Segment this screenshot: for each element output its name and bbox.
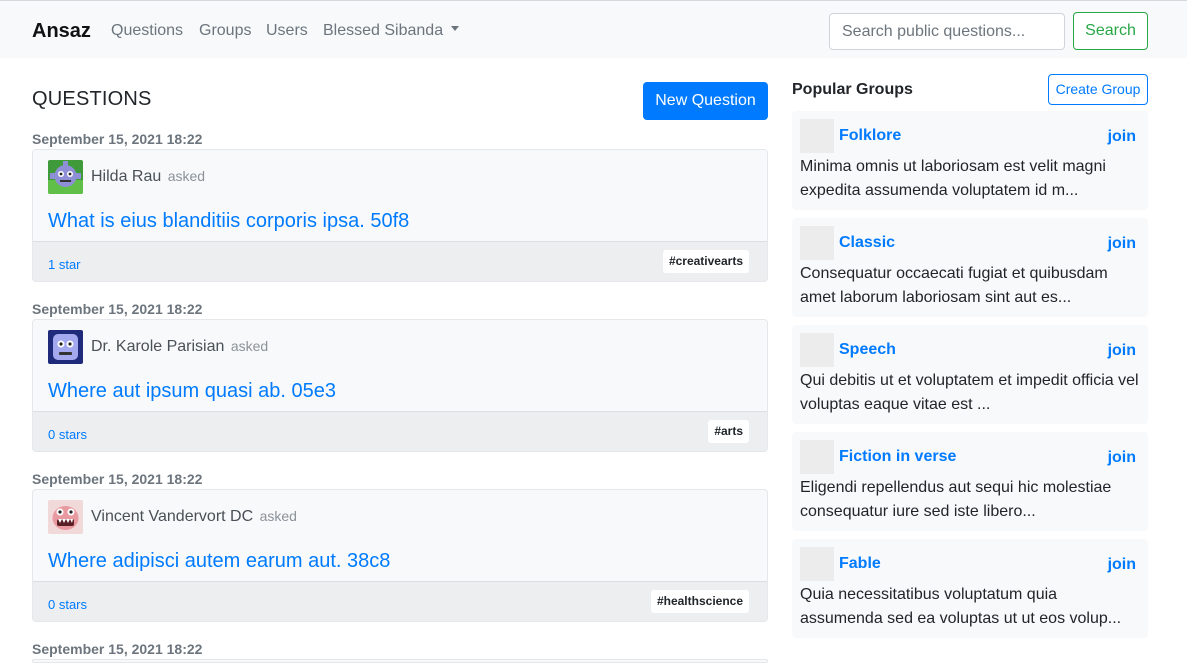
search-button[interactable]: Search — [1073, 12, 1148, 50]
group-description: Qui debitis ut et voluptatem et impedit … — [800, 372, 1139, 413]
asker-name[interactable]: Hilda Rau — [91, 168, 161, 185]
question-asker: Hilda Rau asked — [91, 168, 205, 186]
group-name-link[interactable]: Speech — [839, 341, 896, 359]
question-card: Dr. Karole Parisian asked Where aut ipsu… — [32, 319, 768, 452]
user-name: Blessed Sibanda — [323, 22, 444, 39]
asked-label: asked — [167, 168, 206, 184]
question-date: September 15, 2021 18:22 — [32, 471, 203, 487]
question-footer: 0 stars #healthscience — [33, 581, 767, 621]
robot-avatar-icon[interactable] — [48, 330, 83, 364]
group-description: Consequatur occaecati fugiat et quibusda… — [800, 265, 1108, 306]
search-input[interactable] — [829, 13, 1065, 50]
tag-badge[interactable]: #creativearts — [662, 250, 749, 273]
join-button[interactable]: join — [1108, 128, 1136, 146]
group-thumbnail — [800, 440, 834, 474]
group-thumbnail — [800, 119, 834, 153]
asker-name[interactable]: Dr. Karole Parisian — [91, 338, 224, 355]
new-question-button[interactable]: New Question — [643, 82, 768, 120]
join-button[interactable]: join — [1108, 342, 1136, 360]
join-button[interactable]: join — [1108, 235, 1136, 253]
caret-down-icon — [451, 26, 460, 32]
tag-badge[interactable]: #arts — [708, 420, 749, 443]
group-thumbnail — [800, 226, 834, 260]
group-name-link[interactable]: Classic — [839, 234, 895, 252]
group-description: Eligendi repellendus aut sequi hic moles… — [800, 479, 1112, 520]
question-title-link[interactable]: What is eius blanditiis corporis ipsa. 5… — [48, 210, 409, 233]
user-dropdown[interactable]: Blessed Sibanda — [323, 22, 460, 40]
nav-questions[interactable]: Questions — [111, 22, 183, 40]
page-title: QUESTIONS — [32, 88, 152, 110]
group-name-link[interactable]: Fiction in verse — [839, 448, 956, 466]
question-card: Vincent Vandervort DC asked Where adipis… — [32, 489, 768, 622]
group-card: Fable join Quia necessitatibus voluptatu… — [792, 539, 1148, 638]
group-thumbnail — [800, 547, 834, 581]
question-title-link[interactable]: Where adipisci autem earum aut. 38c8 — [48, 550, 390, 573]
group-description: Quia necessitatibus voluptatum quia assu… — [800, 586, 1122, 627]
robot-avatar-icon[interactable] — [48, 500, 83, 534]
question-date: September 15, 2021 18:22 — [32, 131, 203, 147]
asker-name[interactable]: Vincent Vandervort DC — [91, 508, 253, 525]
nav-groups[interactable]: Groups — [199, 22, 251, 40]
navbar: Ansaz Questions Groups Users Blessed Sib… — [0, 0, 1187, 58]
group-name-link[interactable]: Fable — [839, 555, 881, 573]
robot-avatar-icon[interactable] — [48, 160, 83, 194]
group-card: Folklore join Minima omnis ut laboriosam… — [792, 111, 1148, 210]
question-asker: Vincent Vandervort DC asked — [91, 508, 297, 526]
star-count[interactable]: 0 stars — [48, 427, 87, 442]
create-group-button[interactable]: Create Group — [1048, 74, 1148, 105]
asked-label: asked — [230, 338, 269, 354]
question-card: Hilda Rau asked What is eius blanditiis … — [32, 149, 768, 282]
question-footer: 0 stars #arts — [33, 411, 767, 451]
brand-logo[interactable]: Ansaz — [32, 20, 91, 43]
star-count[interactable]: 1 star — [48, 257, 81, 272]
question-date: September 15, 2021 18:22 — [32, 301, 203, 317]
question-asker: Dr. Karole Parisian asked — [91, 338, 268, 356]
question-title-link[interactable]: Where aut ipsum quasi ab. 05e3 — [48, 380, 336, 403]
nav-users[interactable]: Users — [266, 22, 308, 40]
star-count[interactable]: 0 stars — [48, 597, 87, 612]
group-name-link[interactable]: Folklore — [839, 127, 901, 145]
question-footer: 1 star #creativearts — [33, 241, 767, 281]
question-card — [32, 659, 768, 663]
tag-badge[interactable]: #healthscience — [650, 590, 749, 613]
group-card: Fiction in verse join Eligendi repellend… — [792, 432, 1148, 531]
group-card: Classic join Consequatur occaecati fugia… — [792, 218, 1148, 317]
popular-groups-title: Popular Groups — [792, 81, 913, 98]
question-date: September 15, 2021 18:22 — [32, 641, 203, 657]
group-description: Minima omnis ut laboriosam est velit mag… — [800, 158, 1106, 199]
join-button[interactable]: join — [1108, 449, 1136, 467]
asked-label: asked — [259, 508, 297, 524]
join-button[interactable]: join — [1108, 556, 1136, 574]
group-thumbnail — [800, 333, 834, 367]
group-card: Speech join Qui debitis ut et voluptatem… — [792, 325, 1148, 424]
